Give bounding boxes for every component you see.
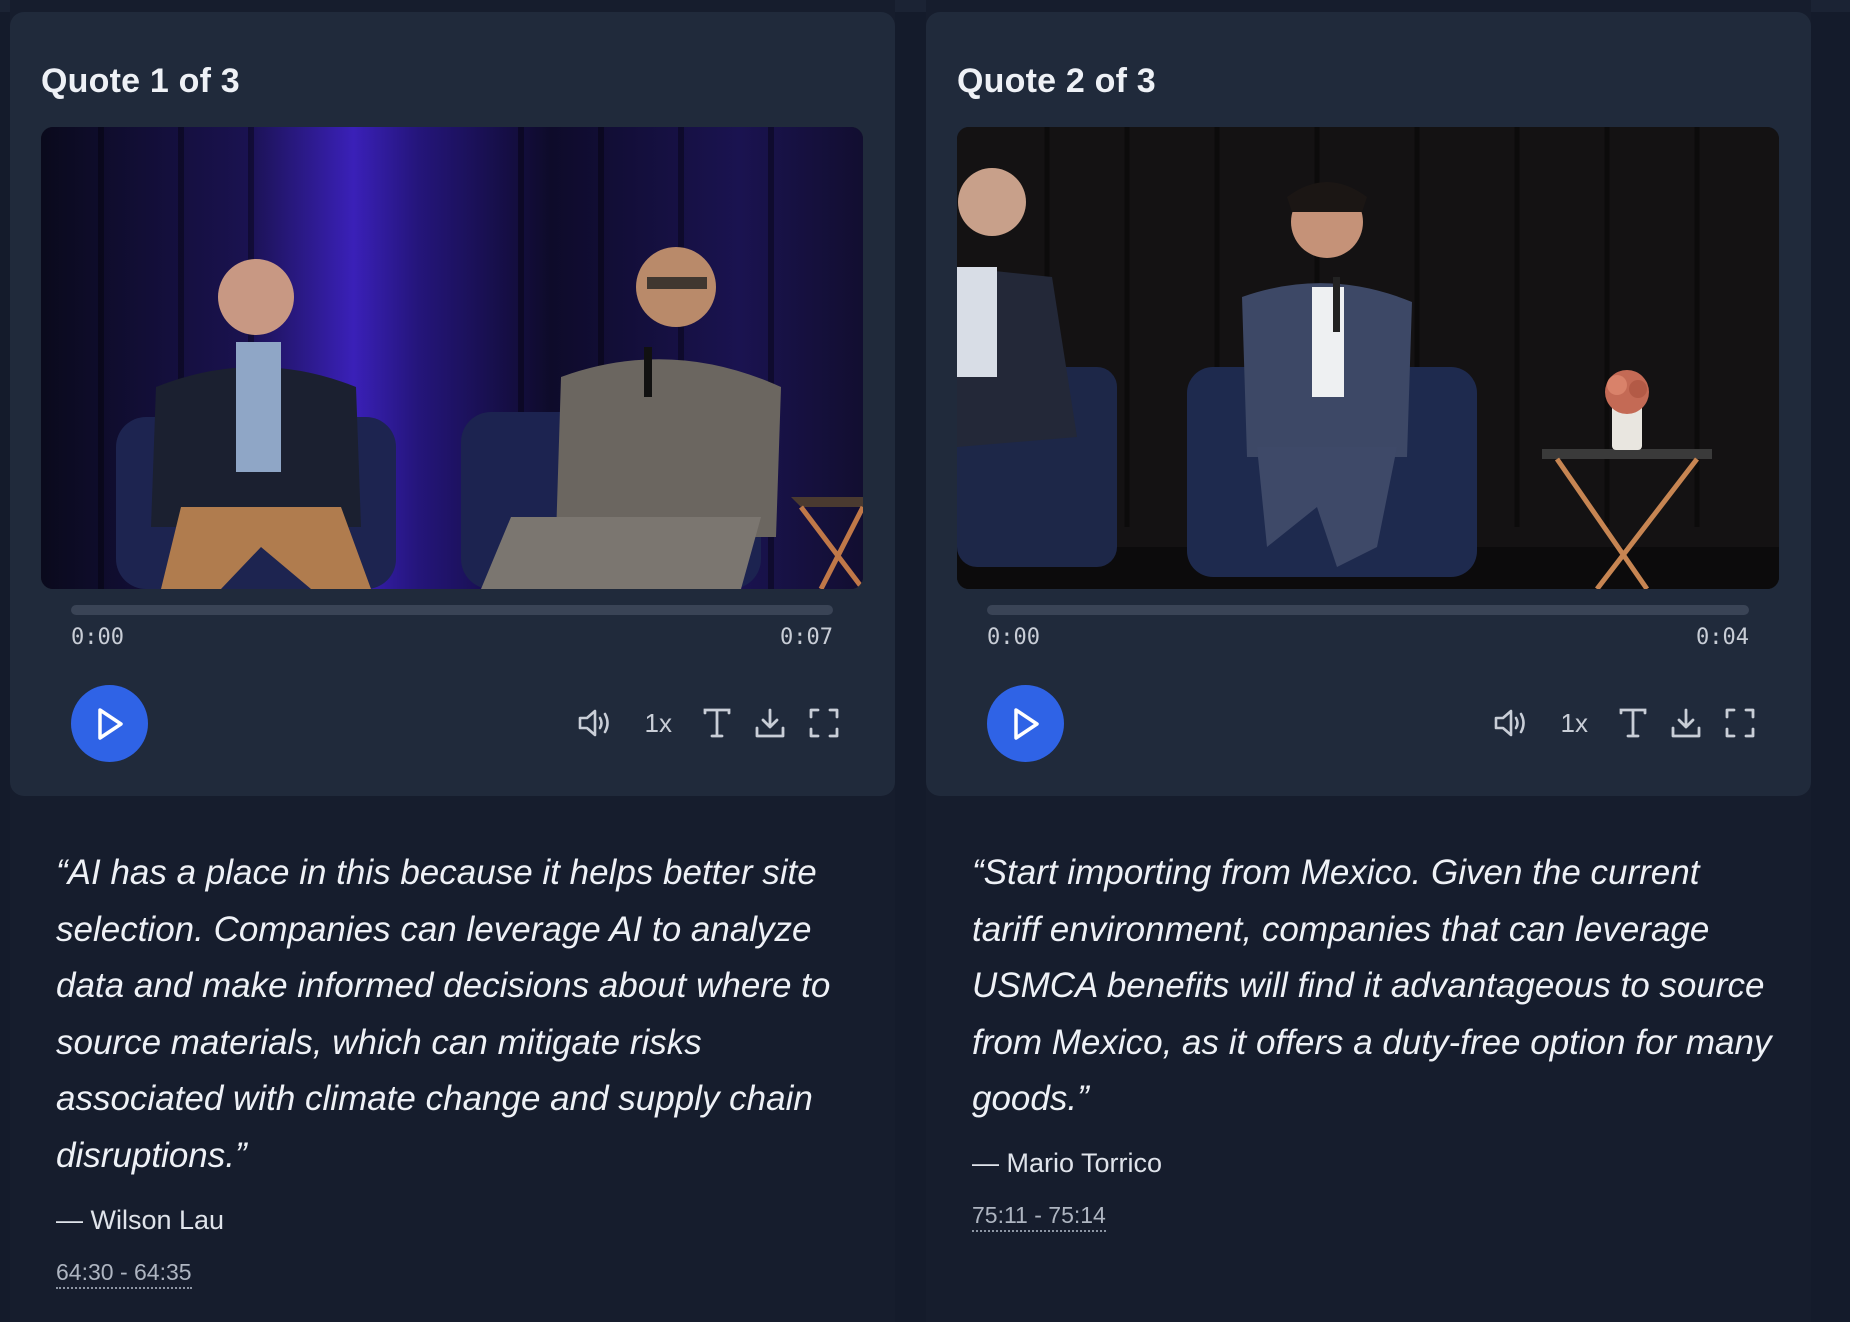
time-current: 0:00 [987, 625, 1040, 650]
quote-column-1: Quote 1 of 3 0:00 0:07 1x “AI has a plac… [10, 0, 895, 1322]
quote-card-2: Quote 2 of 3 0:00 0:04 1x [926, 12, 1811, 796]
progress-bar[interactable] [987, 605, 1749, 615]
video-frame-speaker-with-mic [957, 127, 1779, 589]
video-player-2[interactable] [957, 127, 1779, 589]
player-controls: 1x [577, 700, 840, 746]
download-icon [1671, 708, 1701, 738]
progress-bar[interactable] [71, 605, 833, 615]
video-player-1[interactable] [41, 127, 863, 589]
captions-icon [703, 708, 731, 738]
card-title: Quote 1 of 3 [41, 62, 240, 100]
time-total: 0:04 [1696, 625, 1749, 650]
download-icon [755, 708, 785, 738]
player-controls: 1x [1493, 700, 1756, 746]
time-current: 0:00 [71, 625, 124, 650]
captions-icon [1619, 708, 1647, 738]
volume-icon [578, 709, 609, 737]
quote-card-1: Quote 1 of 3 0:00 0:07 1x [10, 12, 895, 796]
download-button[interactable] [754, 707, 786, 739]
playback-speed-button[interactable]: 1x [1561, 708, 1588, 739]
quote-text: “AI has a place in this because it helps… [56, 853, 831, 1175]
time-total: 0:07 [780, 625, 833, 650]
play-button[interactable] [987, 685, 1064, 762]
quotes-page: Quote 1 of 3 0:00 0:07 1x “AI has a plac… [0, 0, 1850, 1322]
quote-timestamp-link[interactable]: 75:11 - 75:14 [972, 1202, 1106, 1232]
video-frame-two-speakers [41, 127, 863, 589]
quote-timestamp-link[interactable]: 64:30 - 64:35 [56, 1259, 192, 1289]
fullscreen-icon [809, 708, 839, 738]
volume-icon [1494, 709, 1525, 737]
quote-author: — Mario Torrico [972, 1148, 1163, 1178]
playback-speed-button[interactable]: 1x [645, 708, 672, 739]
play-icon [97, 707, 123, 740]
fullscreen-button[interactable] [808, 707, 840, 739]
fullscreen-button[interactable] [1724, 707, 1756, 739]
play-button[interactable] [71, 685, 148, 762]
quote-column-2: Quote 2 of 3 0:00 0:04 1x “Start importi… [926, 0, 1811, 1322]
play-icon [1013, 707, 1039, 740]
volume-button[interactable] [1493, 706, 1531, 740]
quote-author: — Wilson Lau [56, 1205, 225, 1235]
volume-button[interactable] [577, 706, 615, 740]
fullscreen-icon [1725, 708, 1755, 738]
download-button[interactable] [1670, 707, 1702, 739]
captions-button[interactable] [1618, 707, 1648, 739]
captions-button[interactable] [702, 707, 732, 739]
quote-text: “Start importing from Mexico. Given the … [972, 853, 1772, 1118]
card-title: Quote 2 of 3 [957, 62, 1156, 100]
